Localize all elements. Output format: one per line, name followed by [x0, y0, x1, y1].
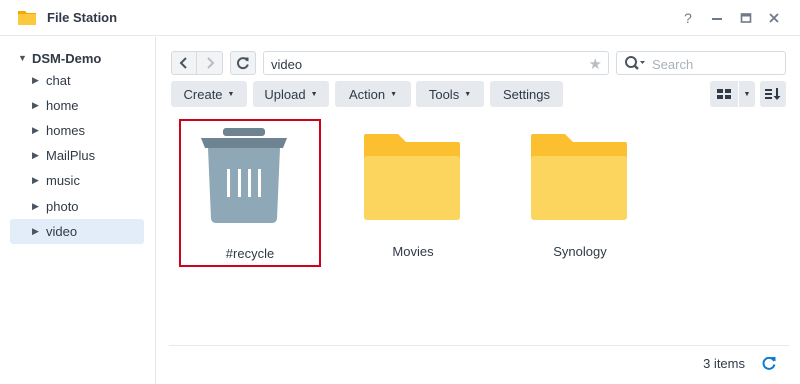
sidebar-item-mailplus[interactable]: ▶ MailPlus	[10, 143, 144, 168]
folder-icon	[531, 134, 627, 220]
window-title: File Station	[47, 10, 118, 25]
tools-button[interactable]: Tools ▼	[416, 81, 484, 107]
close-button[interactable]	[764, 8, 784, 28]
view-mode-dropdown[interactable]: ▼	[739, 81, 755, 107]
create-label: Create	[183, 86, 223, 102]
tree-root-dsm-demo[interactable]: ▼ DSM-Demo	[18, 48, 101, 68]
grid-view-icon	[717, 89, 731, 99]
caret-down-icon: ▼	[464, 90, 472, 98]
sort-button[interactable]	[760, 81, 786, 107]
sidebar-item-photo[interactable]: ▶ photo	[10, 194, 144, 219]
forward-button[interactable]	[197, 51, 223, 75]
sidebar-item-label: video	[46, 224, 78, 239]
search-field[interactable]: Search	[616, 51, 786, 75]
sidebar-item-homes[interactable]: ▶ homes	[10, 118, 144, 143]
chevron-left-icon	[179, 57, 187, 69]
caret-down-icon: ▼	[743, 90, 751, 98]
path-text: video	[271, 57, 303, 72]
sidebar-item-label: music	[46, 173, 80, 188]
view-mode-button[interactable]	[710, 81, 738, 107]
settings-label: Settings	[503, 86, 550, 102]
sidebar-item-label: MailPlus	[46, 148, 96, 163]
caret-down-icon[interactable]: ▼	[18, 53, 28, 63]
sidebar-item-label: homes	[46, 123, 86, 138]
refresh-button[interactable]	[230, 51, 256, 75]
file-name: #recycle	[225, 246, 275, 261]
caret-right-icon[interactable]: ▶	[32, 125, 42, 136]
sidebar-item-label: photo	[46, 199, 79, 214]
create-button[interactable]: Create ▼	[171, 81, 247, 107]
sidebar-item-chat[interactable]: ▶ chat	[10, 68, 144, 93]
maximize-button[interactable]	[736, 8, 756, 28]
file-name: Movies	[392, 244, 434, 259]
sidebar-item-label: home	[46, 98, 79, 113]
title-bar: File Station ?	[0, 0, 800, 36]
tree-root-label: DSM-Demo	[32, 50, 102, 66]
minimize-icon	[712, 18, 722, 20]
refresh-icon[interactable]	[761, 355, 777, 371]
chevron-right-icon	[206, 57, 214, 69]
caret-down-icon: ▼	[390, 90, 398, 98]
sidebar: ▼ DSM-Demo ▶ chat ▶ home ▶ homes ▶ MailP…	[0, 37, 156, 384]
sidebar-item-home[interactable]: ▶ home	[10, 93, 144, 118]
sidebar-item-video[interactable]: ▶ video	[10, 219, 144, 244]
caret-right-icon[interactable]: ▶	[32, 150, 42, 161]
folder-icon	[364, 134, 460, 220]
caret-right-icon[interactable]: ▶	[32, 75, 42, 86]
file-station-icon	[18, 11, 36, 25]
search-icon[interactable]	[624, 55, 646, 73]
file-item-movies[interactable]: Movies	[342, 119, 484, 267]
file-item-recycle[interactable]: #recycle	[179, 119, 321, 267]
refresh-icon	[237, 57, 249, 70]
caret-right-icon[interactable]: ▶	[32, 201, 42, 212]
maximize-icon	[740, 13, 752, 23]
caret-right-icon[interactable]: ▶	[32, 175, 42, 186]
status-bar: 3 items	[169, 345, 789, 382]
file-name: Synology	[553, 244, 607, 259]
sort-icon	[765, 88, 781, 100]
help-button[interactable]: ?	[678, 8, 698, 28]
upload-label: Upload	[264, 86, 306, 102]
recycle-bin-icon	[201, 128, 287, 223]
sidebar-item-label: chat	[46, 73, 71, 88]
caret-right-icon[interactable]: ▶	[32, 226, 42, 237]
item-count: 3 items	[703, 356, 745, 371]
search-placeholder: Search	[652, 57, 694, 72]
back-button[interactable]	[171, 51, 197, 75]
caret-right-icon[interactable]: ▶	[32, 100, 42, 111]
caret-down-icon: ▼	[227, 90, 235, 98]
tools-label: Tools	[428, 86, 460, 102]
main-panel: video ★ Search Create ▼ Upload ▼ Action …	[157, 37, 800, 384]
settings-button[interactable]: Settings	[490, 81, 563, 107]
file-item-synology[interactable]: Synology	[509, 119, 651, 267]
minimize-button[interactable]	[707, 8, 727, 28]
upload-button[interactable]: Upload ▼	[253, 81, 329, 107]
star-icon[interactable]: ★	[589, 55, 602, 73]
close-icon	[769, 13, 779, 23]
action-button[interactable]: Action ▼	[335, 81, 411, 107]
caret-down-icon: ▼	[310, 90, 318, 98]
path-field[interactable]: video ★	[263, 51, 609, 75]
sidebar-item-music[interactable]: ▶ music	[10, 168, 144, 193]
action-label: Action	[348, 86, 386, 102]
